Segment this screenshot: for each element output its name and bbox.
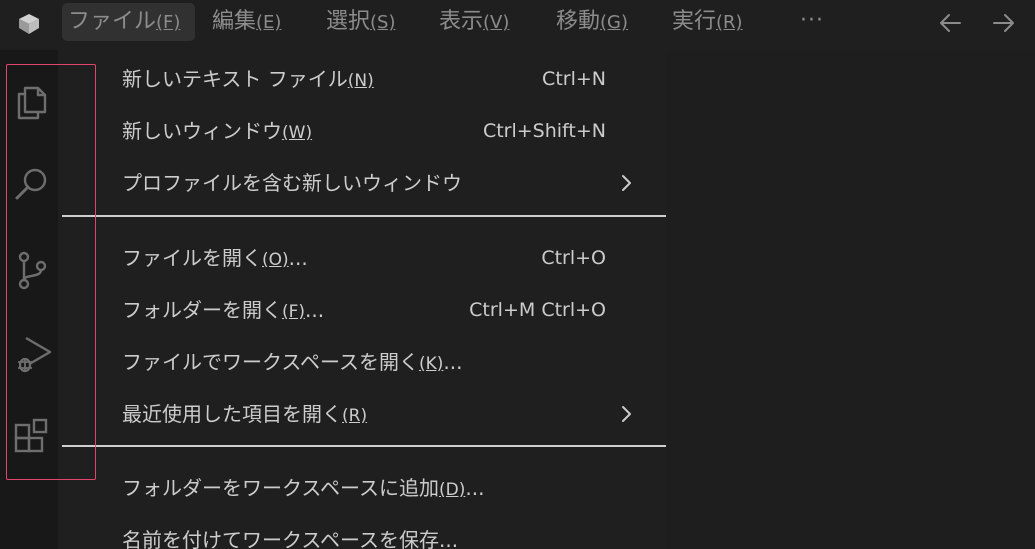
more-menu-icon[interactable]: ··· (794, 4, 830, 40)
menu-item-open-workspace-from-file[interactable]: ファイルでワークスペースを開く(K)... (58, 336, 666, 388)
menu-edit[interactable]: 編集(E) (206, 3, 287, 41)
shortcut-label: Ctrl+M Ctrl+O (469, 299, 606, 321)
title-bar: ファイル(F) 編集(E) 選択(S) 表示(V) 移動(G) 実行(R) ··… (0, 0, 1035, 50)
menu-selection[interactable]: 選択(S) (320, 3, 402, 41)
menu-item-new-window-with-profile[interactable]: プロファイルを含む新しいウィンドウ (58, 157, 666, 209)
menu-item-new-text-file[interactable]: 新しいテキスト ファイル(N) Ctrl+N (58, 53, 666, 105)
activity-bar (0, 50, 58, 549)
chevron-right-icon (622, 175, 631, 191)
vscode-logo-icon[interactable] (16, 11, 42, 37)
menu-view[interactable]: 表示(V) (433, 3, 515, 41)
shortcut-label: Ctrl+Shift+N (482, 120, 606, 142)
menu-run[interactable]: 実行(R) (666, 3, 749, 41)
arrow-left-icon[interactable] (934, 6, 968, 40)
menu-file[interactable]: ファイル(F) (62, 3, 195, 41)
source-control-icon[interactable] (10, 248, 54, 292)
menu-item-open-file[interactable]: ファイルを開く(O)... Ctrl+O (58, 232, 666, 284)
menu-separator (62, 215, 666, 217)
shortcut-label: Ctrl+O (541, 247, 606, 269)
files-icon[interactable] (10, 80, 54, 124)
menu-separator (62, 445, 666, 447)
shortcut-label: Ctrl+N (542, 68, 606, 90)
menu-item-open-folder[interactable]: フォルダーを開く(F)... Ctrl+M Ctrl+O (58, 284, 666, 336)
vscode-window: ファイル(F) 編集(E) 選択(S) 表示(V) 移動(G) 実行(R) ··… (0, 0, 1035, 549)
menu-go[interactable]: 移動(G) (550, 3, 634, 41)
file-menu-dropdown: 新しいテキスト ファイル(N) Ctrl+N 新しいウィンドウ(W) Ctrl+… (58, 50, 666, 549)
menu-item-new-window[interactable]: 新しいウィンドウ(W) Ctrl+Shift+N (58, 105, 666, 157)
extensions-icon[interactable] (10, 416, 54, 460)
menu-item-save-workspace-as[interactable]: 名前を付けてワークスペースを保存... (58, 514, 666, 549)
menu-item-add-folder-to-workspace[interactable]: フォルダーをワークスペースに追加(D)... (58, 462, 666, 514)
editor-area[interactable] (666, 50, 1035, 549)
arrow-right-icon[interactable] (986, 6, 1020, 40)
menu-item-open-recent[interactable]: 最近使用した項目を開く(R) (58, 388, 666, 440)
search-icon[interactable] (10, 162, 54, 206)
chevron-right-icon (622, 406, 631, 422)
run-debug-icon[interactable] (10, 332, 54, 376)
